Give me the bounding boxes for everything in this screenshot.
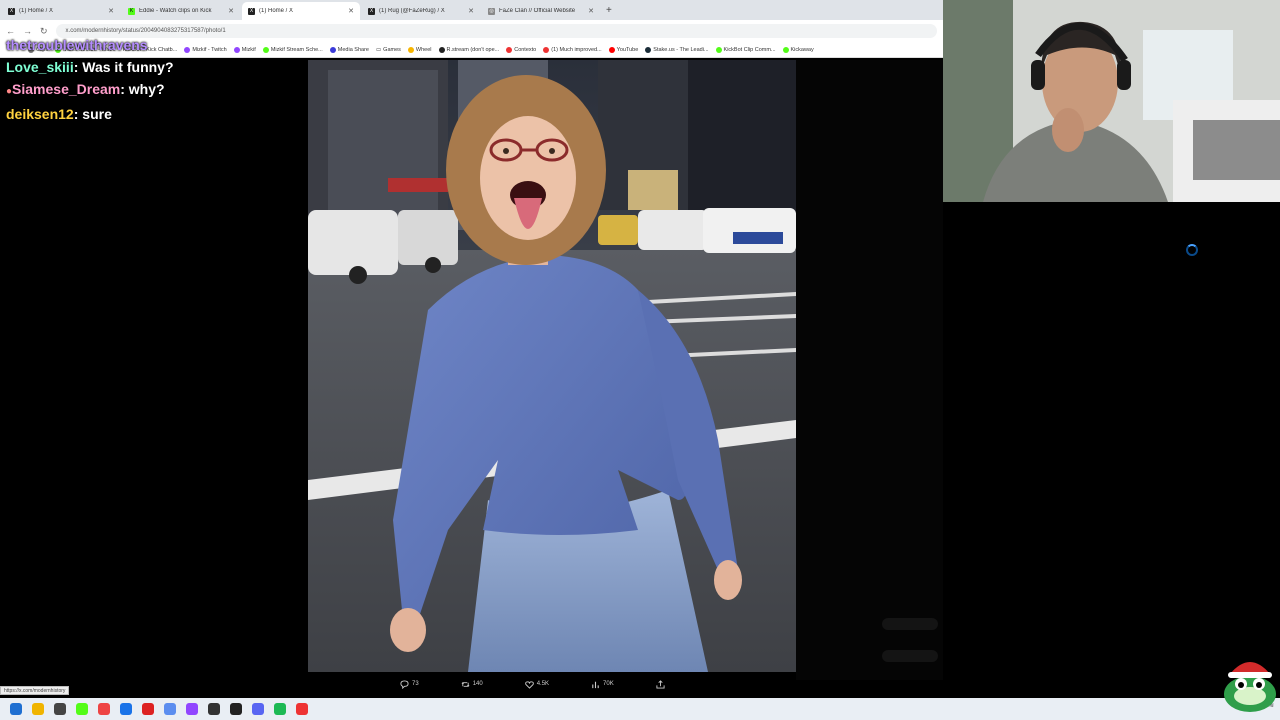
app-icon[interactable] (296, 703, 308, 715)
share-button[interactable] (656, 679, 665, 689)
chat-message: Love_skiii: Was it funny? (6, 59, 174, 75)
reply-count: 73 (412, 681, 419, 687)
bookmark-item[interactable]: YouTube (608, 46, 638, 53)
reply-icon (400, 679, 409, 689)
bookmark-folder[interactable]: ▭ Games (376, 47, 401, 53)
chat-username: Love_skiii (6, 59, 74, 75)
bookmark-item[interactable]: Wheel (407, 46, 432, 53)
follow-button[interactable] (882, 618, 938, 630)
folder-icon: ▭ (375, 46, 382, 53)
app-icon[interactable] (164, 703, 176, 715)
start-icon[interactable] (10, 703, 22, 715)
chat-message: thetroublewithravens (6, 34, 346, 56)
kick-icon[interactable] (76, 703, 88, 715)
chat-text: sure (82, 106, 112, 122)
tab-label: (1) Rug (@FaZeRug) / X (379, 8, 445, 14)
stream-chat-overlay: thetroublewithravens Love_skiii: Was it … (6, 8, 346, 125)
repost-count: 140 (472, 681, 483, 687)
follow-button[interactable] (882, 650, 938, 662)
chrome-icon[interactable] (98, 703, 110, 715)
view-count: 70K (603, 681, 614, 687)
webcam-image (943, 0, 1280, 202)
close-icon[interactable]: ✕ (348, 7, 354, 15)
app-icon[interactable] (142, 703, 154, 715)
bookmark-item[interactable]: Stake.us - The Leadi... (645, 46, 709, 53)
post-actions: 73 140 4.5K 70K (400, 676, 700, 692)
x-icon: X (368, 7, 375, 15)
bookmark-item[interactable]: Contexto (506, 46, 536, 53)
app-icon[interactable] (54, 703, 66, 715)
views-icon (592, 681, 599, 688)
loading-spinner-icon (1186, 244, 1198, 256)
close-icon[interactable]: ✕ (468, 7, 474, 15)
browser-icon[interactable] (120, 703, 132, 715)
status-bar-url: https://x.com/modernhistory (0, 686, 70, 695)
chat-username: deiksen12 (6, 106, 74, 122)
bookmark-item[interactable]: (1) Much improved... (543, 46, 602, 53)
chat-text: why? (128, 81, 165, 97)
share-icon (656, 679, 665, 689)
tab-faze-clan[interactable]: ◎ FaZe Clan // Official Website ✕ (482, 2, 600, 20)
new-tab-button[interactable]: + (606, 5, 612, 16)
x-sidebar-dimmed (796, 60, 943, 680)
bookmark-item[interactable]: R.stream (don't ope... (438, 46, 499, 53)
file-explorer-icon[interactable] (32, 703, 44, 715)
chat-text: Was it funny? (82, 59, 174, 75)
repost-icon (461, 681, 470, 687)
heart-icon (524, 680, 534, 689)
discord-icon[interactable] (252, 703, 264, 715)
street-photo-image (308, 60, 796, 672)
chat-username: Siamese_Dream (12, 81, 121, 97)
like-count: 4.5K (536, 681, 550, 687)
chat-message: deiksen12: sure (6, 106, 112, 122)
stream-frame: X (1) Home / X ✕ K Eddie - Watch clips o… (0, 0, 1280, 720)
close-icon[interactable]: ✕ (588, 7, 594, 15)
tab-rug-x[interactable]: X (1) Rug (@FaZeRug) / X ✕ (362, 2, 480, 20)
bookmark-item[interactable]: Kickaway (782, 46, 814, 53)
reply-button[interactable]: 73 (400, 679, 419, 689)
chat-message: ●Siamese_Dream: why? (6, 81, 165, 97)
post-photo[interactable] (308, 60, 796, 672)
frog-mascot-icon (1224, 662, 1276, 712)
spotify-icon[interactable] (274, 703, 286, 715)
views-button[interactable]: 70K (591, 680, 614, 689)
globe-icon: ◎ (488, 7, 495, 15)
bookmark-item[interactable]: KickBot Clip Comm... (715, 46, 776, 53)
app-icon[interactable] (208, 703, 220, 715)
streamer-webcam (943, 0, 1280, 202)
like-button[interactable]: 4.5K (524, 680, 550, 689)
chat-username: thetroublewithravens (6, 37, 148, 53)
app-icon[interactable] (230, 703, 242, 715)
app-icon[interactable] (186, 703, 198, 715)
repost-button[interactable]: 140 (461, 680, 483, 689)
windows-taskbar: ⌃ ♪ ≋ (0, 698, 1280, 720)
tab-label: FaZe Clan // Official Website (499, 8, 576, 14)
